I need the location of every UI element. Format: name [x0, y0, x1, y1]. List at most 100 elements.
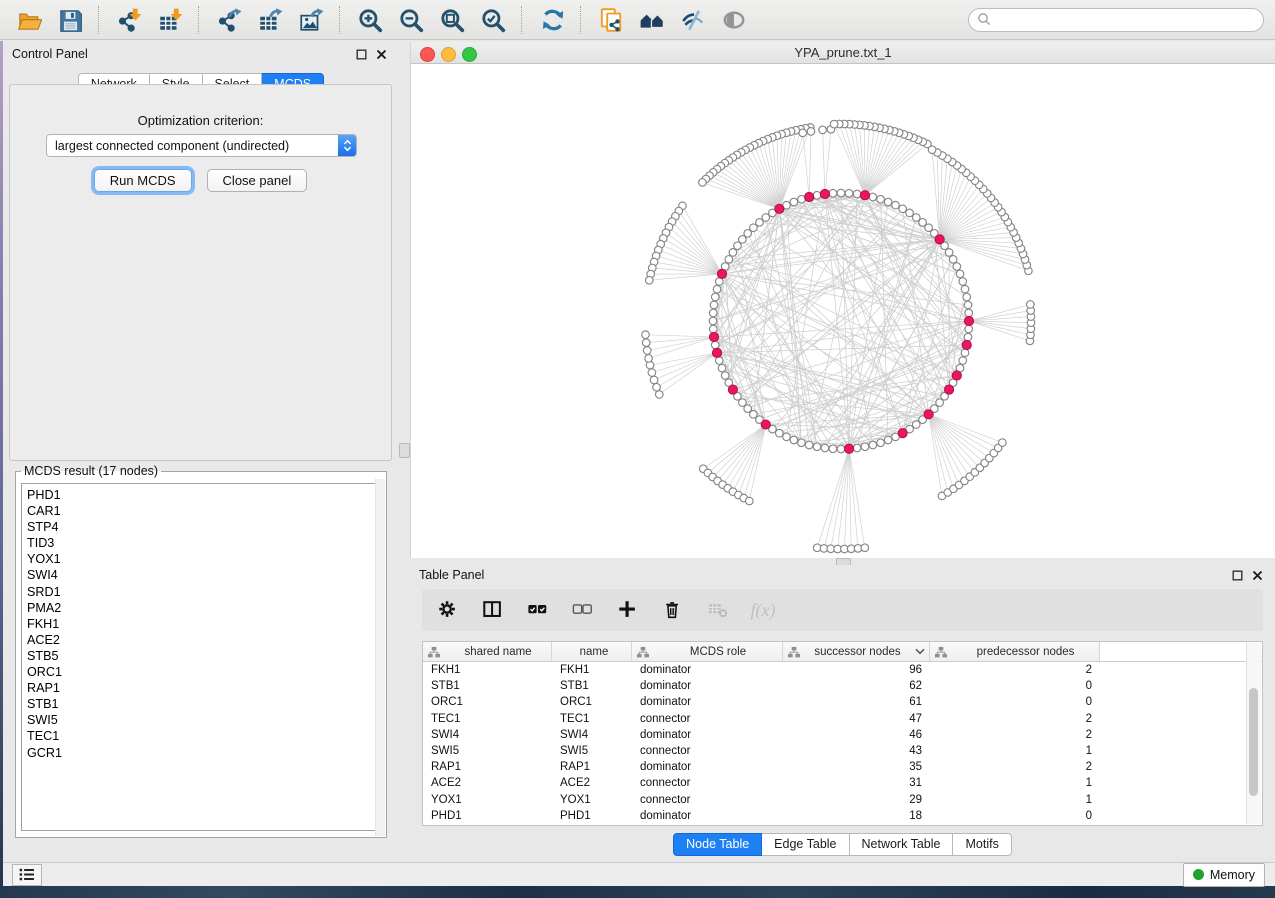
- mcds-result-item[interactable]: YOX1: [27, 551, 380, 567]
- cell-MCDS-role: connector: [632, 713, 783, 725]
- refresh-layout-icon[interactable]: [535, 5, 568, 35]
- table-row[interactable]: FKH1FKH1dominator962: [423, 662, 1262, 678]
- zoom-in-icon[interactable]: [353, 5, 386, 35]
- column-header-shared-name[interactable]: shared name: [423, 642, 552, 661]
- equation-builder-icon: f(x): [751, 598, 775, 622]
- mcds-result-item[interactable]: FKH1: [27, 616, 380, 632]
- cell-MCDS-role: dominator: [632, 729, 783, 741]
- select-all-rows-icon[interactable]: [526, 598, 550, 622]
- cell-predecessor-nodes: 0: [930, 680, 1100, 692]
- tab-edge-table[interactable]: Edge Table: [762, 833, 849, 856]
- export-image-icon[interactable]: [294, 5, 327, 35]
- mcds-result-item[interactable]: SWI4: [27, 567, 380, 583]
- memory-button[interactable]: Memory: [1183, 863, 1265, 887]
- deselect-all-rows-icon[interactable]: [571, 598, 595, 622]
- close-panel-icon[interactable]: [376, 49, 387, 60]
- save-session-icon[interactable]: [53, 5, 86, 35]
- float-panel-icon[interactable]: [1232, 570, 1243, 581]
- cell-name: ACE2: [552, 777, 632, 789]
- column-header-predecessor-nodes[interactable]: predecessor nodes: [930, 642, 1100, 661]
- vertical-splitter-handle[interactable]: [399, 443, 410, 458]
- column-header-MCDS-role[interactable]: MCDS role: [632, 642, 783, 661]
- sort-indicator-icon[interactable]: [915, 648, 929, 655]
- run-mcds-button[interactable]: Run MCDS: [94, 169, 192, 192]
- tab-network-table[interactable]: Network Table: [850, 833, 954, 856]
- cell-predecessor-nodes: 1: [930, 794, 1100, 806]
- open-file-icon[interactable]: [12, 5, 45, 35]
- export-network-icon[interactable]: [212, 5, 245, 35]
- cell-name: RAP1: [552, 761, 632, 773]
- node-table: shared namenameMCDS rolesuccessor nodesp…: [422, 641, 1263, 826]
- first-neighbors-icon[interactable]: [635, 5, 668, 35]
- tab-motifs[interactable]: Motifs: [953, 833, 1011, 856]
- memory-label: Memory: [1210, 868, 1255, 882]
- table-row[interactable]: RAP1RAP1dominator352: [423, 759, 1262, 775]
- mcds-result-item[interactable]: TID3: [27, 535, 380, 551]
- mcds-result-item[interactable]: TEC1: [27, 728, 380, 744]
- zoom-out-icon[interactable]: [394, 5, 427, 35]
- cell-MCDS-role: connector: [632, 777, 783, 789]
- mcds-result-item[interactable]: STP4: [27, 519, 380, 535]
- mcds-result-item[interactable]: SRD1: [27, 584, 380, 600]
- cell-name: TEC1: [552, 713, 632, 725]
- table-row[interactable]: ACE2ACE2connector311: [423, 775, 1262, 791]
- table-row[interactable]: ORC1ORC1dominator610: [423, 694, 1262, 710]
- network-canvas[interactable]: [411, 64, 1274, 557]
- table-row[interactable]: SWI5SWI5connector431: [423, 743, 1262, 759]
- cell-MCDS-role: dominator: [632, 761, 783, 773]
- cell-successor-nodes: 29: [783, 794, 930, 806]
- mcds-result-item[interactable]: PHD1: [27, 487, 380, 503]
- table-row[interactable]: YOX1YOX1connector291: [423, 792, 1262, 808]
- tab-node-table[interactable]: Node Table: [673, 833, 762, 856]
- table-row[interactable]: SWI4SWI4dominator462: [423, 727, 1262, 743]
- cell-predecessor-nodes: 0: [930, 696, 1100, 708]
- import-table-icon[interactable]: [153, 5, 186, 35]
- import-network-icon[interactable]: [112, 5, 145, 35]
- close-panel-icon[interactable]: [1252, 570, 1263, 581]
- cell-predecessor-nodes: 1: [930, 777, 1100, 789]
- float-panel-icon[interactable]: [356, 49, 367, 60]
- mcds-result-item[interactable]: PMA2: [27, 600, 380, 616]
- cell-shared-name: SWI5: [423, 745, 552, 757]
- delete-columns-icon[interactable]: [661, 598, 685, 622]
- table-row[interactable]: TEC1TEC1connector472: [423, 711, 1262, 727]
- mcds-result-item[interactable]: ORC1: [27, 664, 380, 680]
- column-header-successor-nodes[interactable]: successor nodes: [783, 642, 930, 661]
- mcds-result-item[interactable]: STB1: [27, 696, 380, 712]
- mcds-result-item[interactable]: CAR1: [27, 503, 380, 519]
- toolbar-separator: [98, 6, 100, 34]
- task-history-button[interactable]: [12, 864, 42, 886]
- search-input[interactable]: [992, 10, 1263, 30]
- zoom-selected-icon[interactable]: [476, 5, 509, 35]
- mcds-result-item[interactable]: STB5: [27, 648, 380, 664]
- table-header-row: shared namenameMCDS rolesuccessor nodesp…: [423, 642, 1262, 662]
- column-header-name[interactable]: name: [552, 642, 632, 661]
- table-row[interactable]: STB1STB1dominator620: [423, 678, 1262, 694]
- show-all-icon[interactable]: [717, 5, 750, 35]
- table-scrollbar[interactable]: [1246, 643, 1261, 824]
- mcds-result-item[interactable]: ACE2: [27, 632, 380, 648]
- mcds-list-scrollbar[interactable]: [375, 479, 385, 836]
- cell-name: PHD1: [552, 810, 632, 822]
- cell-MCDS-role: dominator: [632, 664, 783, 676]
- create-column-icon[interactable]: [616, 598, 640, 622]
- close-panel-button[interactable]: Close panel: [207, 169, 308, 192]
- table-row[interactable]: PHD1PHD1dominator180: [423, 808, 1262, 824]
- toggle-panel-icon[interactable]: [481, 598, 505, 622]
- hide-selected-icon[interactable]: [676, 5, 709, 35]
- mcds-tab-content: Optimization criterion: largest connecte…: [9, 84, 392, 461]
- search-box[interactable]: [968, 8, 1264, 32]
- mcds-result-item[interactable]: SWI5: [27, 712, 380, 728]
- zoom-fit-icon[interactable]: [435, 5, 468, 35]
- table-mode-icon[interactable]: [436, 598, 460, 622]
- column-type-icon: [637, 646, 649, 658]
- optimization-criterion-select[interactable]: largest connected component (undirected): [46, 134, 357, 157]
- mcds-result-item[interactable]: GCR1: [27, 745, 380, 761]
- mcds-result-item[interactable]: RAP1: [27, 680, 380, 696]
- network-graph: [411, 64, 1274, 557]
- table-scrollbar-thumb[interactable]: [1249, 688, 1258, 796]
- memory-status-icon: [1193, 869, 1204, 880]
- new-network-from-selection-icon[interactable]: [594, 5, 627, 35]
- export-table-icon[interactable]: [253, 5, 286, 35]
- cell-successor-nodes: 43: [783, 745, 930, 757]
